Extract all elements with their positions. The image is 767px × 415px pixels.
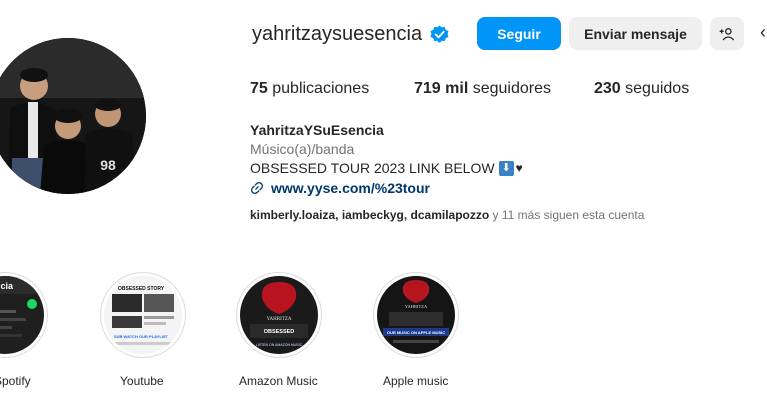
highlight-amazon-music[interactable]: YAHRITZA OBSESSED LISTEN ON AMAZON MUSIC… (236, 272, 326, 388)
posts-count: 75 (250, 80, 268, 97)
highlight-label: Apple music (383, 374, 449, 388)
follow-button[interactable]: Seguir (477, 17, 561, 50)
highlight-label: Amazon Music (239, 374, 318, 388)
heart-emoji: ♥ (515, 161, 523, 175)
bio-category: Músico(a)/banda (250, 141, 355, 157)
highlight-spotify[interactable]: encia Spotify (0, 272, 52, 388)
bio-link-text[interactable]: www.yyse.com/%23tour (271, 178, 430, 198)
profile-avatar[interactable]: 98 (0, 38, 146, 194)
bio-text-line: OBSESSED TOUR 2023 LINK BELOW ⬇ ♥ (250, 159, 670, 178)
stat-followers[interactable]: 719 mil seguidores (414, 80, 551, 98)
amazon-thumb-title: YAHRITZA (267, 317, 292, 322)
mutual-suffix: y 11 más siguen esta cuenta (489, 208, 645, 222)
highlight-thumbnail: OBSESSED STORY SUB WATCH OUR PLAYLIST (104, 276, 182, 354)
highlight-youtube[interactable]: OBSESSED STORY SUB WATCH OUR PLAYLIST Yo… (100, 272, 190, 388)
apple-thumb-image: YAHRITZA OUR MUSIC ON APPLE MUSIC (377, 276, 455, 354)
youtube-thumb-title: OBSESSED STORY (118, 286, 165, 292)
chevron-icon[interactable]: ‹ (760, 22, 766, 43)
bio-link[interactable]: www.yyse.com/%23tour (250, 178, 670, 198)
apple-thumb-caption: OUR MUSIC ON APPLE MUSIC (387, 330, 445, 335)
highlight-apple-music[interactable]: YAHRITZA OUR MUSIC ON APPLE MUSIC Apple … (373, 272, 463, 388)
following-count: 230 (594, 80, 621, 97)
mutual-followers[interactable]: kimberly.loaiza, iambeckyg, dcamilapozzo… (250, 208, 644, 222)
stat-following[interactable]: 230 seguidos (594, 80, 689, 98)
youtube-thumb-image: OBSESSED STORY SUB WATCH OUR PLAYLIST (104, 276, 182, 354)
profile-username: yahritzaysuesencia (252, 22, 423, 45)
amazon-thumb-subtitle: OBSESSED (264, 329, 295, 335)
spotify-thumb-fragment: encia (0, 281, 14, 291)
highlight-label: Youtube (120, 374, 164, 388)
link-icon (251, 182, 263, 194)
svg-text:98: 98 (100, 157, 116, 173)
highlight-ring[interactable]: YAHRITZA OBSESSED LISTEN ON AMAZON MUSIC (236, 272, 322, 358)
amazon-thumb-caption: LISTEN ON AMAZON MUSIC (256, 343, 303, 347)
followers-count: 719 mil (414, 80, 469, 97)
amazon-thumb-image: YAHRITZA OBSESSED LISTEN ON AMAZON MUSIC (240, 276, 318, 354)
following-label: seguidos (625, 80, 690, 97)
suggested-users-button[interactable] (710, 17, 744, 50)
highlight-label: Spotify (0, 374, 31, 388)
highlight-ring[interactable]: YAHRITZA OUR MUSIC ON APPLE MUSIC (373, 272, 459, 358)
profile-header: yahritzaysuesencia (252, 17, 449, 51)
add-user-icon (719, 27, 735, 40)
highlight-thumbnail: encia (0, 276, 44, 354)
highlight-thumbnail: YAHRITZA OBSESSED LISTEN ON AMAZON MUSIC (240, 276, 318, 354)
highlight-thumbnail: YAHRITZA OUR MUSIC ON APPLE MUSIC (377, 276, 455, 354)
mutual-names: kimberly.loaiza, iambeckyg, dcamilapozzo (250, 208, 490, 222)
send-message-button[interactable]: Enviar mensaje (569, 17, 702, 50)
stat-posts: 75 publicaciones (250, 80, 369, 98)
youtube-thumb-caption: SUB WATCH OUR PLAYLIST (114, 334, 169, 339)
posts-label: publicaciones (272, 80, 370, 97)
bio-text: OBSESSED TOUR 2023 LINK BELOW (250, 160, 495, 176)
profile-bio: YahritzaYSuEsencia Músico(a)/banda OBSES… (250, 121, 670, 198)
avatar-photo: 98 (0, 38, 146, 194)
highlight-ring[interactable]: encia (0, 272, 48, 358)
followers-label: seguidores (472, 80, 551, 97)
down-arrow-emoji: ⬇ (498, 161, 514, 176)
verified-badge-icon (430, 24, 449, 43)
highlight-ring[interactable]: OBSESSED STORY SUB WATCH OUR PLAYLIST (100, 272, 186, 358)
apple-thumb-title: YAHRITZA (405, 304, 428, 309)
bio-name: YahritzaYSuEsencia (250, 122, 384, 138)
spotify-thumb-image: encia (0, 276, 44, 354)
